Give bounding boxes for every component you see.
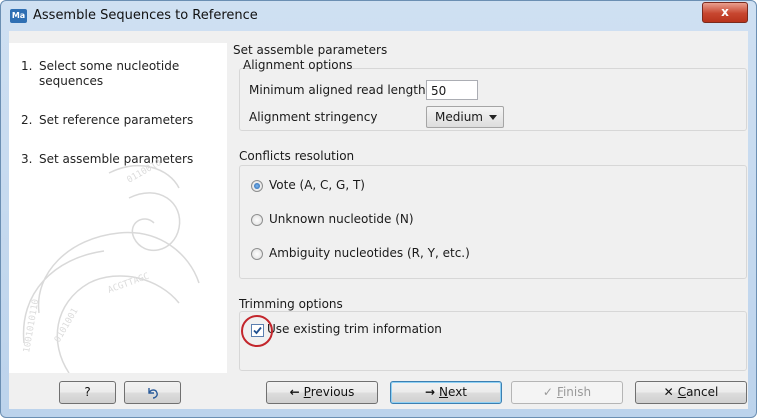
next-mnemonic: N [439, 385, 449, 399]
panel-heading: Set assemble parameters [233, 43, 388, 57]
radio-unknown-label: Unknown nucleotide (N) [269, 212, 414, 226]
highlight-circle [241, 315, 273, 347]
reset-button[interactable] [124, 381, 181, 404]
window-title: Assemble Sequences to Reference [33, 8, 258, 23]
arrow-left-icon: ← [289, 385, 300, 399]
radio-unknown-nucleotide[interactable] [251, 214, 263, 226]
step-label: Select some nucleotide sequences [39, 59, 180, 88]
min-length-input[interactable]: 50 [426, 80, 478, 100]
cancel-label: ancel [686, 385, 719, 399]
reset-arrow-icon [147, 388, 158, 399]
radio-vote-label: Vote (A, C, G, T) [269, 178, 365, 192]
stringency-label: Alignment stringency [249, 110, 378, 124]
previous-button[interactable]: ← Previous [266, 381, 378, 404]
dialog-body: 1. Select some nucleotide sequences 2. Set… [9, 31, 748, 409]
svg-text:0101001: 0101001 [53, 307, 81, 345]
svg-text:1001010110: 1001010110 [22, 298, 41, 353]
step-label: Set reference parameters [39, 113, 194, 127]
previous-label: revious [310, 385, 355, 399]
finish-button[interactable]: ✓ Finish [511, 381, 623, 404]
next-button[interactable]: → Next [390, 381, 502, 404]
wizard-steps-panel: 1. Select some nucleotide sequences 2. Set… [9, 43, 227, 373]
close-button[interactable]: x [702, 2, 748, 23]
stringency-value: Medium [435, 110, 483, 124]
conflicts-resolution-title: Conflicts resolution [239, 149, 355, 163]
next-label: ext [448, 385, 468, 399]
svg-text:ACGTTAGC: ACGTTAGC [107, 272, 151, 296]
radio-ambiguity-label: Ambiguity nucleotides (R, Y, etc.) [269, 246, 470, 260]
button-bar: ? ← Previous → Next ✓ Finish ✕ Cancel [9, 381, 748, 409]
step-number: 2. [21, 113, 33, 127]
decorative-sequence-swirl: 0110010 1001010110 0101001 ACGTTAGC [22, 158, 200, 373]
help-button[interactable]: ? [59, 381, 116, 404]
previous-mnemonic: P [303, 385, 311, 399]
radio-vote[interactable] [251, 180, 263, 192]
min-length-label: Minimum aligned read length [249, 83, 426, 97]
step-select-sequences: 1. Select some nucleotide sequences [21, 59, 189, 89]
cancel-button[interactable]: ✕ Cancel [635, 381, 747, 404]
stringency-select[interactable]: Medium [426, 106, 504, 128]
trimming-options-title: Trimming options [239, 297, 343, 311]
alignment-options-title: Alignment options [243, 58, 353, 72]
app-icon: Ma [10, 9, 27, 23]
use-trim-label: Use existing trim information [267, 322, 442, 336]
finish-label: inish [562, 385, 592, 399]
dropdown-arrow-icon [489, 115, 497, 120]
settings-panel: Set assemble parameters Alignment option… [229, 43, 748, 373]
svg-text:0110010: 0110010 [126, 158, 164, 186]
check-icon: ✓ [542, 385, 553, 399]
radio-ambiguity-nucleotides[interactable] [251, 248, 263, 260]
step-reference-parameters: 2. Set reference parameters [21, 113, 209, 128]
x-icon: ✕ [663, 385, 674, 399]
title-bar: Ma Assemble Sequences to Reference x [1, 1, 756, 31]
trimming-options-group [239, 311, 747, 371]
step-number: 1. [21, 59, 33, 73]
cancel-mnemonic: C [677, 385, 687, 399]
dialog-window: Ma Assemble Sequences to Reference x 1. S… [0, 0, 757, 418]
arrow-right-icon: → [424, 385, 436, 399]
